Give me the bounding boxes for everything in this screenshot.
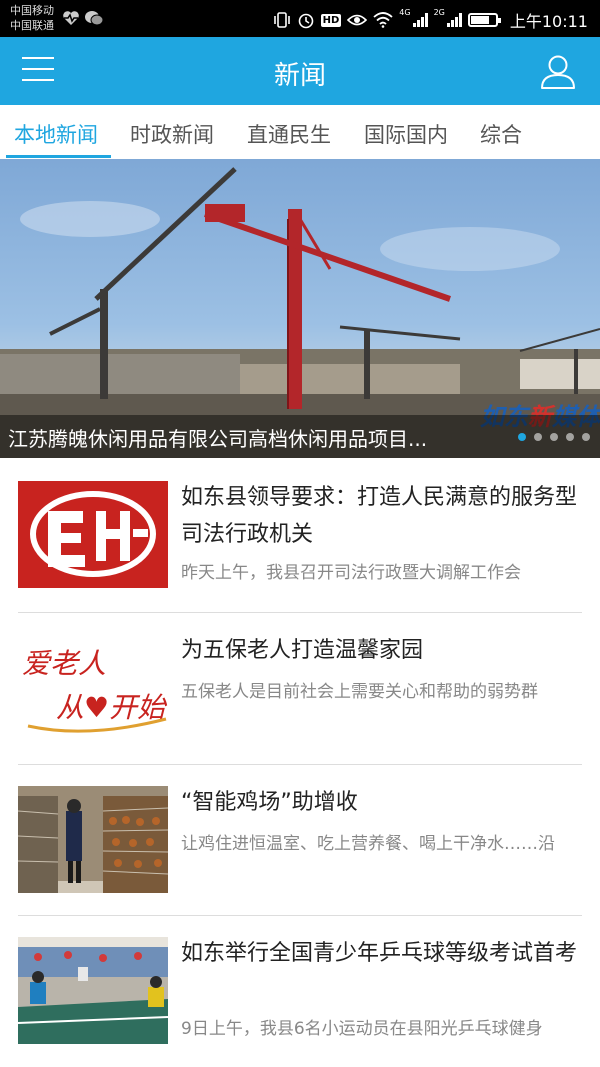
- tab-international[interactable]: 国际国内: [364, 119, 448, 149]
- news-item-1[interactable]: 如东县领导要求：打造人民满意的服务型司法行政机关 昨天上午，我县召开司法行政暨大…: [18, 459, 582, 611]
- table-tennis-photo: [18, 937, 168, 1044]
- news-title[interactable]: 如东举行全国青少年乒乓球等级考试首考: [181, 935, 581, 972]
- news-item-3[interactable]: “智能鸡场”助增收 让鸡住进恒温室、吃上营养餐、喝上干净水……沿: [18, 764, 582, 916]
- carousel-dot-5[interactable]: [582, 433, 590, 441]
- carousel-dot-2[interactable]: [534, 433, 542, 441]
- eye-icon: [347, 14, 368, 26]
- news-summary: 9日上午，我县6名小运动员在县阳光乒乓球健身: [181, 1019, 543, 1039]
- news-title[interactable]: “智能鸡场”助增收: [181, 784, 581, 821]
- page-title: 新闻: [273, 61, 326, 91]
- news-summary: 昨天上午，我县召开司法行政暨大调解工作会: [181, 563, 521, 583]
- app-bar: 新闻: [0, 37, 600, 105]
- status-bar: 中国移动 中国联通 HD 4G 2G 上午10:11: [0, 0, 600, 37]
- signal-icon-2: [446, 13, 462, 27]
- news-summary: 五保老人是目前社会上需要关心和帮助的弱势群: [181, 682, 538, 702]
- carousel-caption-bar: 江苏腾魄休闲用品有限公司高档休闲用品项目...: [0, 415, 600, 458]
- active-tab-indicator: [6, 155, 111, 158]
- tab-local-news[interactable]: 本地新闻: [14, 119, 98, 149]
- news-summary: 让鸡住进恒温室、吃上营养餐、喝上干净水……沿: [181, 834, 555, 854]
- justice-logo-image: [18, 481, 168, 588]
- network-4g: 4G: [399, 8, 411, 17]
- tab-livelihood[interactable]: 直通民生: [247, 119, 331, 149]
- carousel-dot-4[interactable]: [566, 433, 574, 441]
- battery-icon: [467, 13, 501, 27]
- vibrate-icon: [273, 12, 290, 28]
- carousel-dot-1[interactable]: [518, 433, 526, 441]
- system-icons: HD 4G 2G 上午10:11: [273, 8, 588, 32]
- signal-icon: [412, 13, 428, 27]
- hd-icon: HD: [320, 13, 342, 27]
- care-for-elderly-banner-image: 爱老人 从♥开始: [18, 634, 168, 741]
- network-2g: 2G: [433, 8, 445, 17]
- news-title[interactable]: 如东县领导要求：打造人民满意的服务型司法行政机关: [181, 479, 581, 553]
- notification-icons: [62, 10, 104, 26]
- news-item-4[interactable]: 如东举行全国青少年乒乓球等级考试首考 9日上午，我县6名小运动员在县阳光乒乓球健…: [18, 915, 582, 1067]
- headline-carousel[interactable]: 如东新媒体 江苏腾魄休闲用品有限公司高档休闲用品项目...: [0, 159, 600, 458]
- news-item-2[interactable]: 爱老人 从♥开始 为五保老人打造温馨家园 五保老人是目前社会上需要关心和帮助的弱…: [18, 612, 582, 764]
- chicken-farm-photo: [18, 786, 168, 893]
- user-icon: [541, 55, 575, 89]
- wechat-icon: [85, 11, 104, 26]
- wifi-icon: [373, 12, 393, 28]
- user-button[interactable]: [538, 51, 578, 91]
- category-tabs: 本地新闻 时政新闻 直通民生 国际国内 综合: [0, 105, 600, 159]
- carousel-dot-3[interactable]: [550, 433, 558, 441]
- carousel-caption[interactable]: 江苏腾魄休闲用品有限公司高档休闲用品项目...: [8, 423, 488, 452]
- tab-general[interactable]: 综合: [480, 119, 522, 149]
- carrier-info: 中国移动 中国联通: [10, 3, 54, 33]
- carrier-1: 中国移动: [10, 4, 54, 17]
- clock: 上午10:11: [509, 12, 588, 31]
- carousel-indicators: [518, 433, 590, 441]
- news-title[interactable]: 为五保老人打造温馨家园: [181, 632, 581, 669]
- tab-politics-news[interactable]: 时政新闻: [130, 119, 214, 149]
- heartbeat-icon: [63, 11, 79, 25]
- carrier-2: 中国联通: [10, 19, 54, 32]
- alarm-icon: [298, 13, 313, 29]
